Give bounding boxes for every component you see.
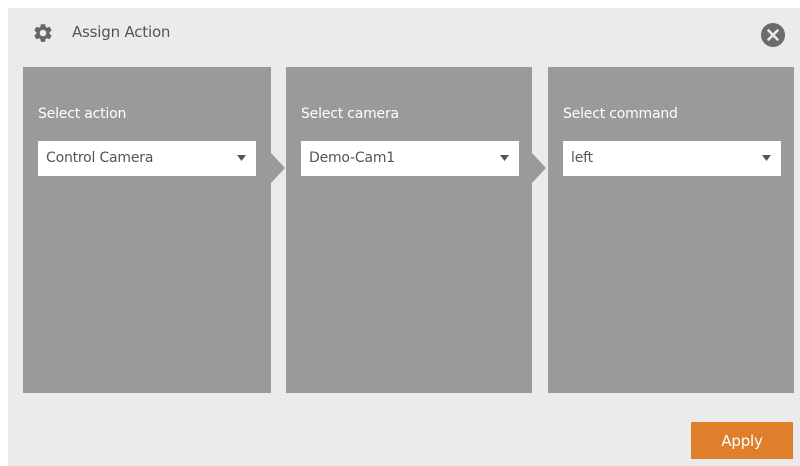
action-select[interactable]: Control Camera (38, 141, 256, 176)
caret-down-icon (500, 155, 509, 161)
action-select-value: Control Camera (46, 150, 154, 166)
gear-icon (34, 24, 52, 42)
close-icon[interactable] (760, 22, 786, 48)
camera-select-value: Demo-Cam1 (309, 150, 396, 166)
action-panel: Select action Control Camera (23, 67, 271, 393)
dialog-title: Assign Action (72, 23, 171, 41)
select-command-label: Select command (563, 106, 678, 122)
camera-panel: Select camera Demo-Cam1 (286, 67, 532, 393)
command-select[interactable]: left (563, 141, 781, 176)
apply-button[interactable]: Apply (691, 422, 793, 459)
step-arrow (532, 153, 546, 183)
select-camera-label: Select camera (301, 106, 399, 122)
command-select-value: left (571, 150, 593, 166)
caret-down-icon (237, 155, 246, 161)
select-action-label: Select action (38, 106, 127, 122)
assign-action-dialog: Assign Action Select action Control Came… (8, 8, 800, 466)
caret-down-icon (762, 155, 771, 161)
dialog-title-bar: Assign Action (8, 8, 800, 58)
camera-select[interactable]: Demo-Cam1 (301, 141, 519, 176)
step-arrow (271, 153, 285, 183)
command-panel: Select command left (548, 67, 794, 393)
